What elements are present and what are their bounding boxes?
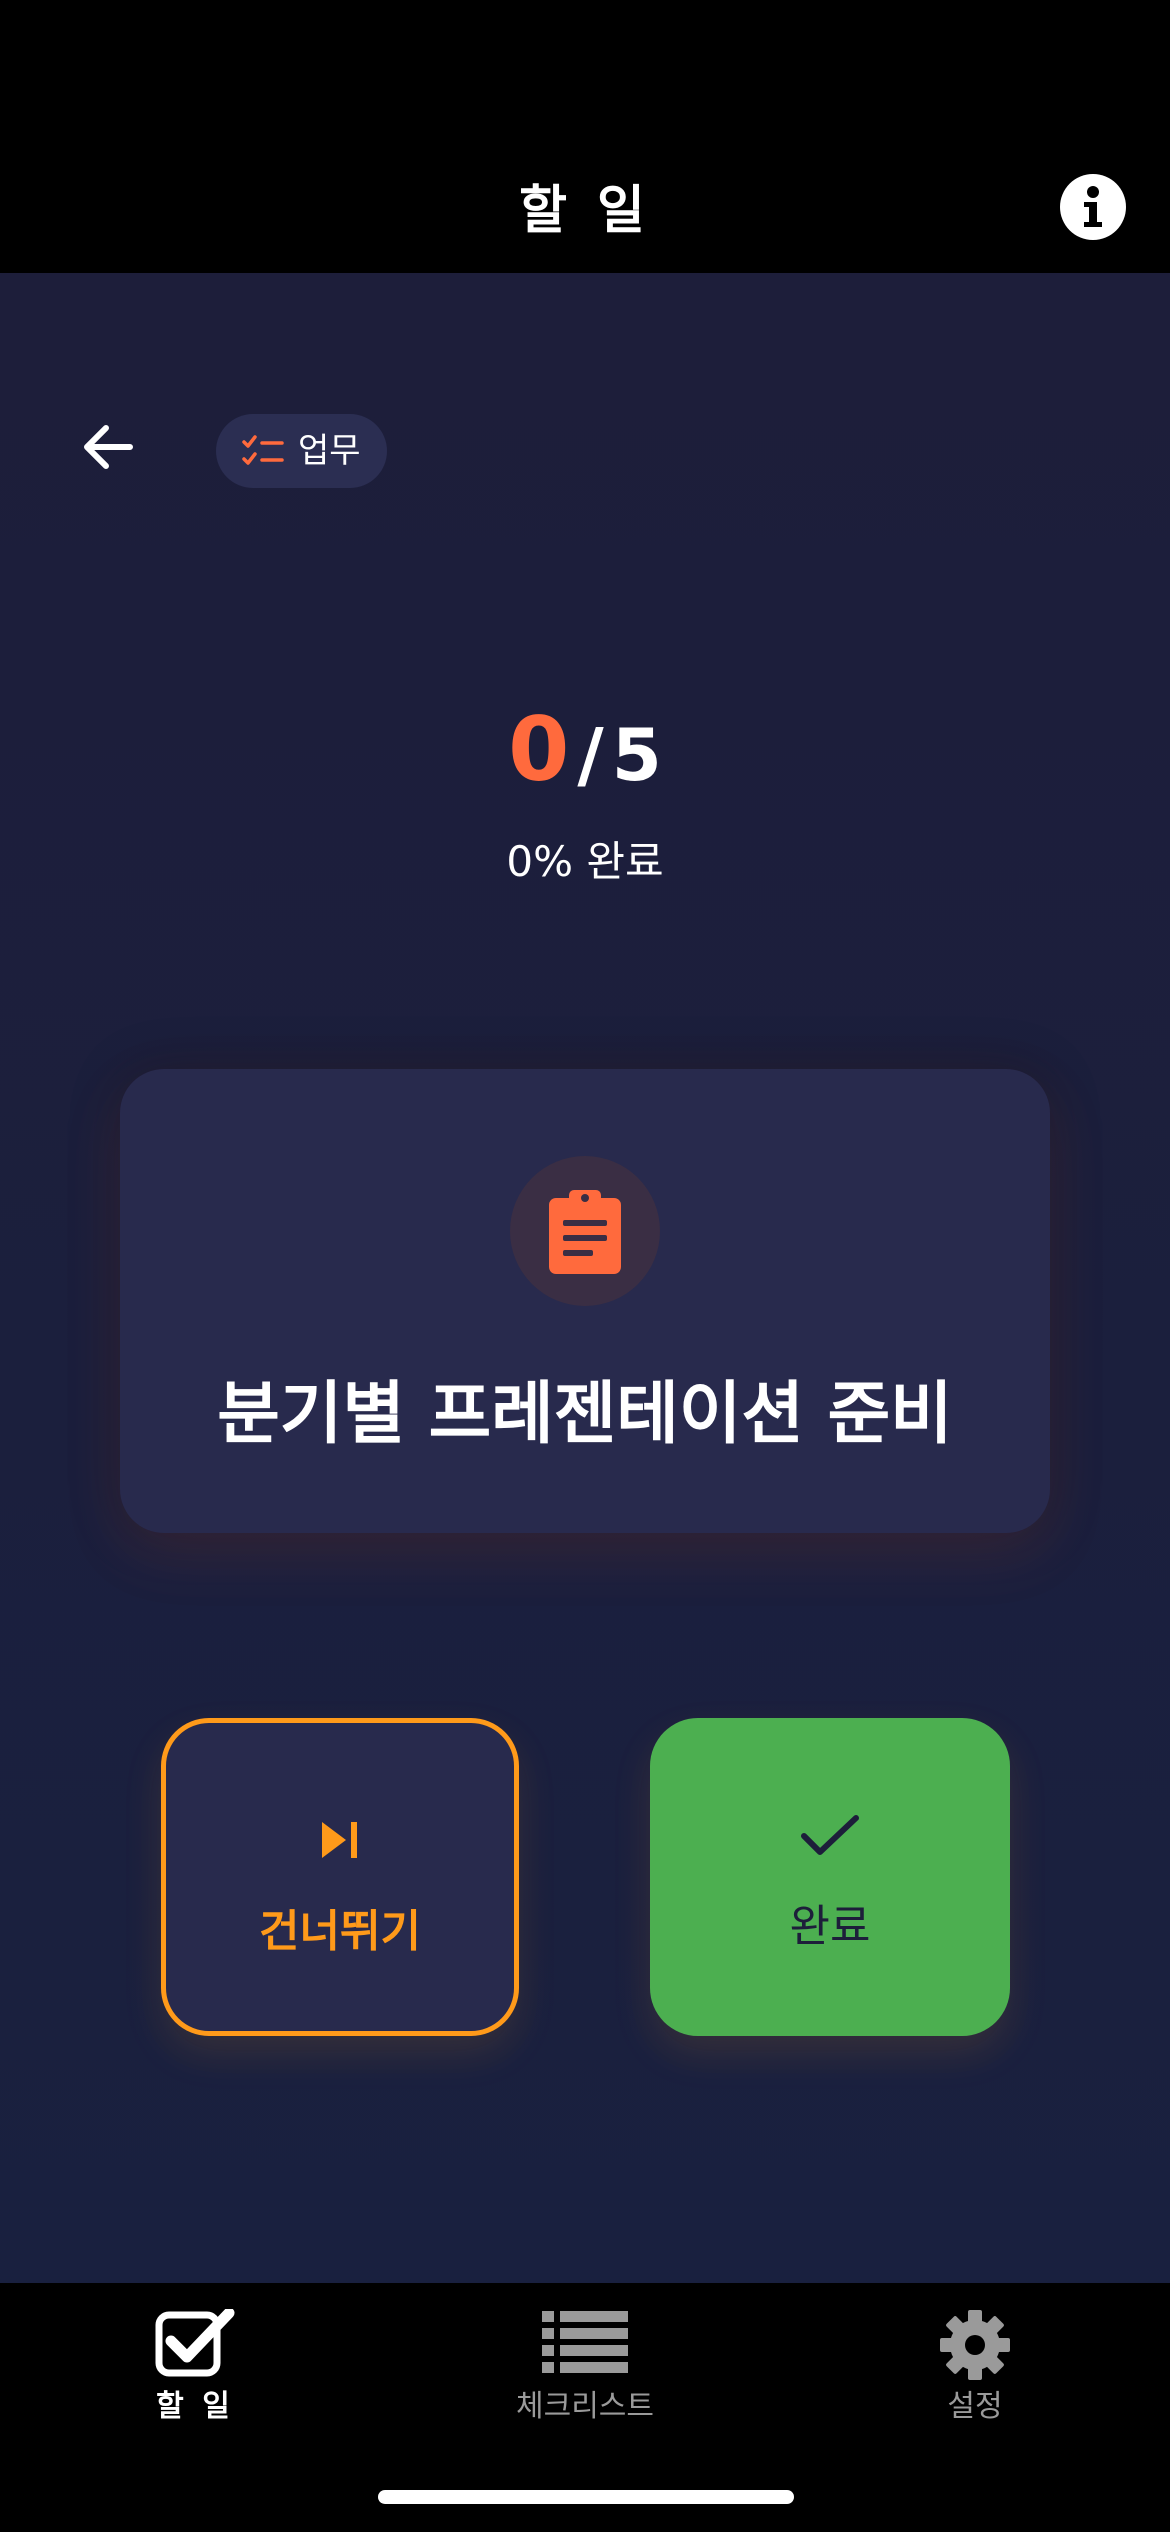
app-screen: 할 일 업무 0/5 0% 완료 분기별 프레젠테이션 준비 건너뛰기 완료 할…	[0, 0, 1170, 2532]
header-bar: 할 일	[0, 0, 1170, 273]
checkbox-icon	[155, 2309, 235, 2377]
complete-button[interactable]: 완료	[650, 1718, 1010, 2036]
progress-percent-label: 0% 완료	[506, 837, 664, 886]
tab-todo[interactable]: 할 일	[0, 2283, 390, 2443]
checkmark-icon	[801, 1815, 859, 1855]
info-icon	[1084, 186, 1102, 227]
home-indicator	[378, 2490, 794, 2504]
task-icon-badge	[510, 1156, 660, 1306]
main-content: 업무 0/5 0% 완료 분기별 프레젠테이션 준비 건너뛰기 완료	[0, 273, 1170, 2283]
tab-checklist[interactable]: 체크리스트	[390, 2283, 780, 2443]
clipboard-icon	[549, 1190, 621, 1274]
tab-todo-label: 할 일	[156, 2389, 234, 2424]
back-button[interactable]	[78, 417, 138, 477]
skip-next-icon	[322, 1822, 357, 1858]
progress-completed-count: 0	[508, 698, 570, 801]
category-chip: 업무	[216, 414, 387, 488]
progress-separator: /	[577, 713, 604, 797]
progress-total-count: 5	[611, 713, 662, 797]
task-title: 분기별 프레젠테이션 준비	[217, 1375, 953, 1454]
category-label: 업무	[298, 431, 361, 471]
progress-counter: 0/5	[0, 698, 1170, 801]
tab-settings[interactable]: 설정	[780, 2283, 1170, 2443]
page-title: 할 일	[519, 181, 651, 241]
tab-checklist-label: 체크리스트	[516, 2389, 654, 2424]
skip-button-label: 건너뛰기	[259, 1906, 421, 1957]
tab-settings-label: 설정	[947, 2389, 1003, 2424]
info-button[interactable]	[1060, 174, 1126, 240]
gear-icon	[940, 2310, 1010, 2380]
skip-button[interactable]: 건너뛰기	[161, 1718, 519, 2036]
arrow-left-icon	[84, 425, 133, 469]
checklist-icon	[242, 435, 284, 465]
complete-button-label: 완료	[789, 1901, 871, 1952]
task-card: 분기별 프레젠테이션 준비	[120, 1069, 1050, 1533]
list-icon	[542, 2311, 628, 2373]
